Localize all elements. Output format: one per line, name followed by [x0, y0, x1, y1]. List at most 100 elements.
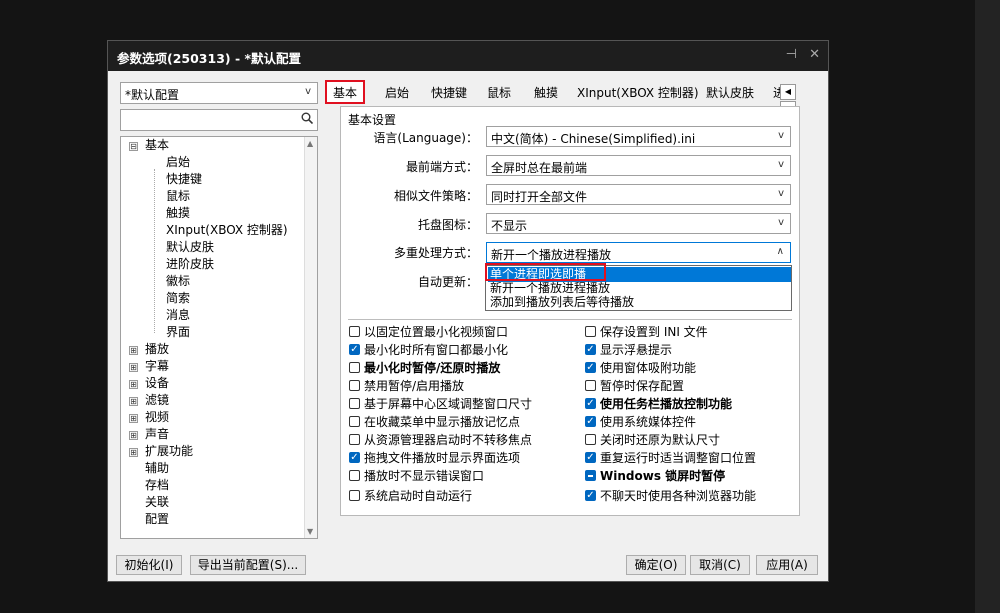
language-label: 语言(Language)： [373, 131, 478, 145]
tree-item-devices[interactable]: 设备 [145, 375, 169, 392]
tree-item-association[interactable]: 关联 [145, 494, 169, 511]
tray-icon-select-value: 不显示 [491, 219, 528, 233]
checkbox-box[interactable]: ✓ [585, 416, 596, 427]
profile-select-value: *默认配置 [125, 88, 180, 102]
tree-item-messages[interactable]: 消息 [166, 307, 190, 324]
preferences-dialog: 参数选项(250313) - *默认配置 ⊣ ✕ *默认配置 v ⊟ 基本 启始… [107, 40, 829, 582]
tab-xinput[interactable]: XInput(XBOX 控制器) [577, 84, 699, 101]
tree-item-video[interactable]: 视频 [145, 409, 169, 426]
tree-scrollbar[interactable]: ▲ ▼ [304, 137, 317, 538]
tab-startup[interactable]: 启始 [385, 84, 409, 101]
dialog-title: 参数选项(250313) - *默认配置 [117, 51, 302, 66]
tree-item-mouse[interactable]: 鼠标 [166, 188, 190, 205]
checkbox-box[interactable] [585, 380, 596, 391]
title-bar[interactable]: 参数选项(250313) - *默认配置 ⊣ ✕ [108, 41, 828, 71]
separator [348, 319, 792, 320]
multi-process-select-value: 新开一个播放进程播放 [491, 248, 612, 262]
tree-item-extensions[interactable]: 扩展功能 [145, 443, 193, 460]
tree-item-basic[interactable]: 基本 [145, 137, 169, 154]
tree-item-default-skin[interactable]: 默认皮肤 [166, 239, 214, 256]
dropdown-option[interactable]: 添加到播放列表后等待播放 [488, 295, 791, 310]
search-icon[interactable] [301, 112, 313, 124]
checkbox-box[interactable]: ✓ [585, 398, 596, 409]
expand-icon[interactable]: ⊞ [129, 363, 138, 372]
checkbox-box[interactable] [349, 434, 360, 445]
tree-item-interface[interactable]: 界面 [166, 324, 190, 341]
expand-icon[interactable]: ⊞ [129, 431, 138, 440]
checkbox-box[interactable] [349, 490, 360, 501]
tray-icon-select[interactable]: 不显示 v [486, 213, 791, 234]
tree-branch-line [154, 169, 155, 333]
checkbox-box[interactable]: ✓ [585, 490, 596, 501]
topmost-select[interactable]: 全屏时总在最前端 v [486, 155, 791, 176]
checkbox-box[interactable] [349, 470, 360, 481]
tree-item-startup[interactable]: 启始 [166, 154, 190, 171]
multi-process-select[interactable]: 新开一个播放进程播放 ∧ [486, 242, 791, 263]
chevron-down-icon: v [778, 130, 784, 141]
tree-item-xinput[interactable]: XInput(XBOX 控制器) [166, 222, 288, 239]
tray-icon-label: 托盘图标： [417, 218, 478, 232]
cancel-button[interactable]: 取消(C) [690, 555, 750, 575]
checkbox-box[interactable]: ✓ [585, 344, 596, 355]
reset-button[interactable]: 初始化(I) [116, 555, 182, 575]
export-config-button[interactable]: 导出当前配置(S)... [190, 555, 306, 575]
profile-select[interactable]: *默认配置 v [120, 82, 318, 104]
tree-item-touch[interactable]: 触摸 [166, 205, 190, 222]
group-title: 基本设置 [346, 111, 399, 128]
tab-touch[interactable]: 触摸 [534, 84, 558, 101]
checkbox-box[interactable]: ✓ [349, 452, 360, 463]
expand-icon[interactable]: ⊞ [129, 346, 138, 355]
scroll-up-icon[interactable]: ▲ [307, 139, 313, 148]
search-box[interactable] [120, 109, 318, 131]
tree-item-advanced-skin[interactable]: 进阶皮肤 [166, 256, 214, 273]
topmost-select-value: 全屏时总在最前端 [491, 161, 588, 175]
tree-item-playback[interactable]: 播放 [145, 341, 169, 358]
checkbox-box[interactable] [349, 380, 360, 391]
language-select-value: 中文(简体) - Chinese(Simplified).ini [491, 132, 696, 146]
expand-icon[interactable]: ⊞ [129, 397, 138, 406]
ok-button[interactable]: 确定(O) [626, 555, 686, 575]
collapse-icon[interactable]: ⊟ [129, 142, 138, 151]
pin-icon[interactable]: ⊣ [786, 47, 797, 62]
similar-files-select-value: 同时打开全部文件 [491, 190, 588, 204]
checkbox-box[interactable]: ✓ [349, 344, 360, 355]
tree-item-index[interactable]: 简索 [166, 290, 190, 307]
checkbox-box[interactable] [349, 362, 360, 373]
language-select[interactable]: 中文(简体) - Chinese(Simplified).ini v [486, 126, 791, 147]
apply-button[interactable]: 应用(A) [756, 555, 818, 575]
highlight-annotation [485, 263, 606, 281]
checkbox-box[interactable] [349, 416, 360, 427]
tab-scroll-left-icon[interactable]: ◀ [780, 84, 796, 100]
checkbox-box[interactable] [585, 434, 596, 445]
checkbox-box[interactable] [349, 326, 360, 337]
tab-hotkeys[interactable]: 快捷键 [431, 84, 467, 101]
tree-item-archive[interactable]: 存档 [145, 477, 169, 494]
tree-item-assist[interactable]: 辅助 [145, 460, 169, 477]
chevron-down-icon: v [778, 188, 784, 199]
tree-item-logo[interactable]: 徽标 [166, 273, 190, 290]
expand-icon[interactable]: ⊞ [129, 414, 138, 423]
checkbox-box[interactable]: ✓ [585, 362, 596, 373]
dropdown-option[interactable]: 新开一个播放进程播放 [488, 281, 791, 296]
checkbox-box[interactable]: ✓ [585, 452, 596, 463]
chevron-down-icon: v [305, 86, 311, 97]
tree-item-subtitles[interactable]: 字幕 [145, 358, 169, 375]
search-input[interactable] [123, 111, 297, 129]
tab-strip: 基本 启始 快捷键 鼠标 触摸 XInput(XBOX 控制器) 默认皮肤 进 [323, 80, 813, 104]
background-strip [975, 0, 1000, 613]
scroll-down-icon[interactable]: ▼ [307, 527, 313, 536]
tree-item-hotkeys[interactable]: 快捷键 [166, 171, 202, 188]
tab-basic[interactable]: 基本 [325, 80, 366, 104]
expand-icon[interactable]: ⊞ [129, 380, 138, 389]
checkbox-box[interactable] [585, 326, 596, 337]
tab-default-skin[interactable]: 默认皮肤 [706, 84, 754, 101]
checkbox-box[interactable] [585, 470, 596, 481]
tree-item-filters[interactable]: 滤镜 [145, 392, 169, 409]
tree-item-audio[interactable]: 声音 [145, 426, 169, 443]
expand-icon[interactable]: ⊞ [129, 448, 138, 457]
tab-mouse[interactable]: 鼠标 [487, 84, 511, 101]
close-icon[interactable]: ✕ [809, 47, 820, 62]
similar-files-select[interactable]: 同时打开全部文件 v [486, 184, 791, 205]
checkbox-box[interactable] [349, 398, 360, 409]
tree-item-config[interactable]: 配置 [145, 511, 169, 528]
